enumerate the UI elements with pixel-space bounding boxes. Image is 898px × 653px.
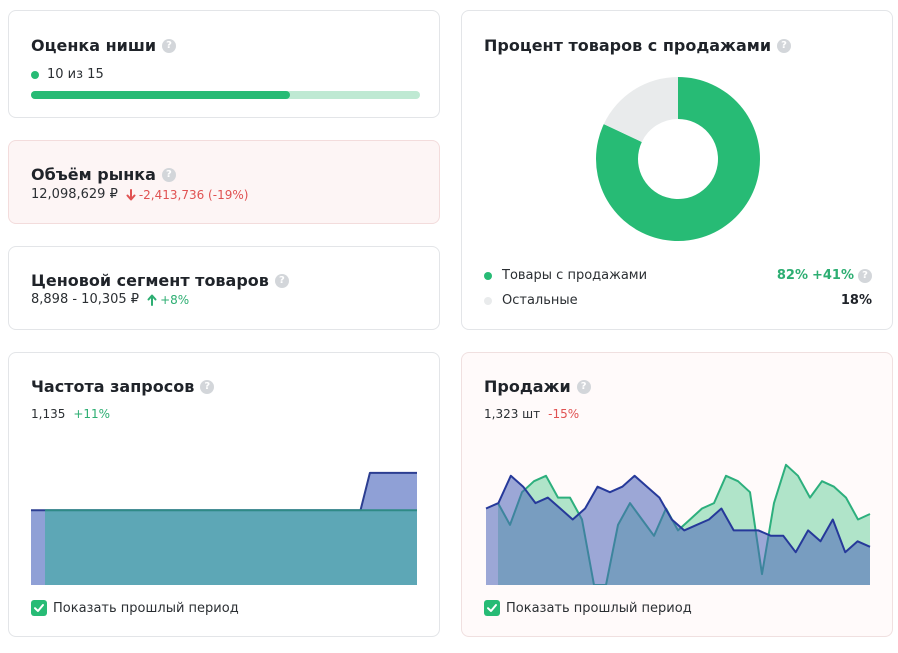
market-volume-card: Объём рынка ? 12,098,629 ₽ -2,413,736 (-… — [8, 140, 440, 224]
legend-label-others: Остальные — [502, 293, 578, 308]
legend-delta-with-sales: +41% — [811, 268, 854, 283]
legend-value-with-sales-row: 82% +41% ? — [777, 268, 872, 283]
sales-delta: -15% — [548, 407, 580, 421]
legend-value-others: 18% — [840, 293, 872, 308]
request-show-previous-row[interactable]: Показать прошлый период — [31, 600, 239, 616]
sales-title-row: Продажи ? — [484, 377, 591, 396]
legend-label-with-sales: Товары с продажами — [502, 268, 648, 283]
price-segment-delta-text: +8% — [160, 292, 190, 307]
market-volume-value-row: 12,098,629 ₽ -2,413,736 (-19%) — [31, 187, 248, 202]
request-frequency-value: 1,135 — [31, 407, 66, 421]
market-volume-delta: -2,413,736 (-19%) — [126, 187, 249, 202]
sales-show-previous-row[interactable]: Показать прошлый период — [484, 600, 692, 616]
legend-item-others: Остальные — [484, 293, 578, 308]
legend-dot-others-icon — [484, 296, 492, 305]
niche-score-text: 10 из 15 — [47, 67, 104, 82]
sales-percent-title-row: Процент товаров с продажами ? — [484, 36, 792, 55]
sales-value: 1,323 шт — [484, 407, 541, 421]
arrow-up-icon — [147, 294, 157, 306]
sales-area-chart — [485, 463, 871, 585]
request-frequency-value-row: 1,135 +11% — [31, 407, 110, 421]
market-volume-title-row: Объём рынка ? — [31, 165, 176, 184]
sales-title: Продажи — [484, 377, 571, 396]
legend-value-others-row: 18% — [841, 293, 872, 308]
niche-score-value-row: 10 из 15 — [31, 67, 104, 82]
legend-value-with-sales: 82% — [776, 268, 808, 283]
help-icon[interactable]: ? — [777, 38, 792, 53]
price-segment-delta: +8% — [147, 293, 189, 307]
legend-item-with-sales: Товары с продажами — [484, 268, 647, 283]
request-show-previous-label[interactable]: Показать прошлый период — [53, 601, 239, 616]
legend-dot-with-sales-icon — [484, 271, 492, 280]
niche-score-progress-fill — [31, 91, 291, 99]
request-frequency-card: Частота запросов ? 1,135 +11% Показать п… — [8, 352, 440, 637]
price-segment-title-row: Ценовой сегмент товаров ? — [31, 271, 289, 290]
niche-score-progress — [31, 91, 420, 99]
market-volume-title: Объём рынка — [31, 165, 156, 184]
help-icon[interactable]: ? — [162, 38, 177, 53]
niche-score-card: Оценка ниши ? 10 из 15 — [8, 10, 440, 118]
sales-percent-card: Процент товаров с продажами ? Товары с п… — [461, 10, 893, 330]
help-icon[interactable]: ? — [161, 167, 176, 182]
request-frequency-title: Частота запросов — [31, 377, 195, 396]
price-segment-title: Ценовой сегмент товаров — [31, 271, 269, 290]
sales-show-previous-label[interactable]: Показать прошлый период — [506, 601, 692, 616]
help-icon[interactable]: ? — [200, 379, 215, 394]
market-volume-value: 12,098,629 ₽ — [31, 187, 118, 202]
status-dot-icon — [31, 70, 39, 79]
arrow-down-icon — [126, 188, 136, 200]
sales-show-previous-checkbox[interactable] — [484, 600, 500, 616]
niche-score-title-row: Оценка ниши ? — [31, 36, 177, 55]
request-frequency-title-row: Частота запросов ? — [31, 377, 215, 396]
check-icon — [34, 604, 44, 612]
request-frequency-area-chart — [31, 471, 417, 585]
market-volume-delta-text: -2,413,736 (-19%) — [138, 187, 249, 202]
niche-score-title: Оценка ниши — [31, 36, 157, 55]
sales-percent-donut-chart — [596, 77, 760, 241]
check-icon — [487, 604, 497, 612]
price-segment-value: 8,898 - 10,305 ₽ — [31, 292, 140, 307]
help-icon[interactable]: ? — [274, 273, 289, 288]
sales-percent-title: Процент товаров с продажами — [484, 36, 772, 55]
help-icon[interactable]: ? — [576, 379, 591, 394]
request-show-previous-checkbox[interactable] — [31, 600, 47, 616]
sales-card: Продажи ? 1,323 шт -15% Показать прошлый… — [461, 352, 893, 637]
help-icon[interactable]: ? — [858, 268, 872, 283]
series-2-area — [45, 510, 417, 585]
series-1-line — [31, 471, 417, 512]
price-segment-card: Ценовой сегмент товаров ? 8,898 - 10,305… — [8, 246, 440, 330]
sales-value-row: 1,323 шт -15% — [484, 407, 579, 421]
price-segment-value-row: 8,898 - 10,305 ₽ +8% — [31, 292, 189, 307]
request-frequency-delta: +11% — [73, 407, 111, 421]
